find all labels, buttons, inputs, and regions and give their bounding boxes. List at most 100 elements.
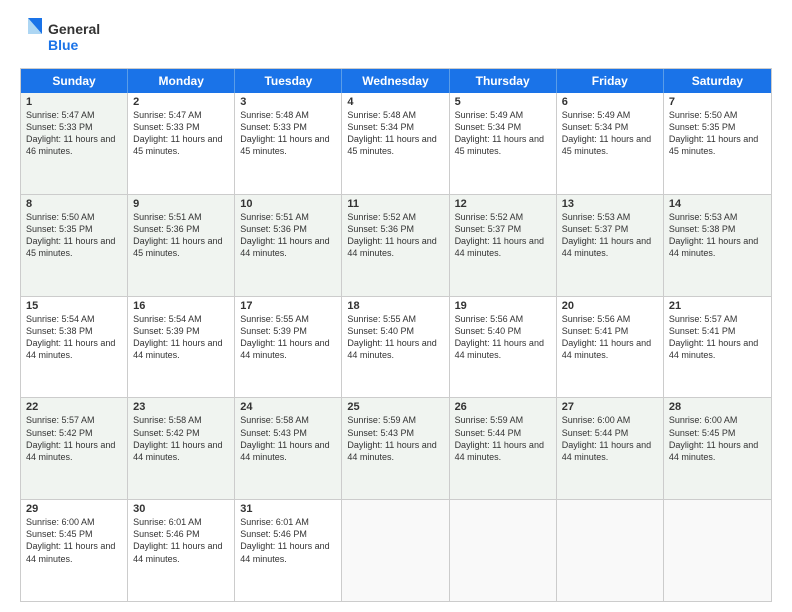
calendar-row: 22Sunrise: 5:57 AMSunset: 5:42 PMDayligh…: [21, 398, 771, 500]
day-number: 26: [455, 401, 551, 413]
cell-info: Sunrise: 5:52 AMSunset: 5:36 PMDaylight:…: [347, 211, 443, 260]
cell-info: Sunrise: 5:58 AMSunset: 5:43 PMDaylight:…: [240, 414, 336, 463]
day-number: 1: [26, 96, 122, 108]
calendar-cell: 5Sunrise: 5:49 AMSunset: 5:34 PMDaylight…: [450, 93, 557, 194]
day-number: 19: [455, 300, 551, 312]
day-number: 11: [347, 198, 443, 210]
calendar-cell: 6Sunrise: 5:49 AMSunset: 5:34 PMDaylight…: [557, 93, 664, 194]
calendar-cell: 22Sunrise: 5:57 AMSunset: 5:42 PMDayligh…: [21, 398, 128, 499]
calendar-cell: 9Sunrise: 5:51 AMSunset: 5:36 PMDaylight…: [128, 195, 235, 296]
day-number: 7: [669, 96, 766, 108]
cell-info: Sunrise: 5:52 AMSunset: 5:37 PMDaylight:…: [455, 211, 551, 260]
cell-info: Sunrise: 5:56 AMSunset: 5:40 PMDaylight:…: [455, 313, 551, 362]
calendar-cell: 17Sunrise: 5:55 AMSunset: 5:39 PMDayligh…: [235, 297, 342, 398]
calendar-cell: 4Sunrise: 5:48 AMSunset: 5:34 PMDaylight…: [342, 93, 449, 194]
day-number: 6: [562, 96, 658, 108]
calendar-body: 1Sunrise: 5:47 AMSunset: 5:33 PMDaylight…: [21, 93, 771, 601]
day-number: 30: [133, 503, 229, 515]
day-number: 16: [133, 300, 229, 312]
cell-info: Sunrise: 5:48 AMSunset: 5:33 PMDaylight:…: [240, 109, 336, 158]
header-day-wednesday: Wednesday: [342, 69, 449, 93]
page: General Blue SundayMondayTuesdayWednesda…: [0, 0, 792, 612]
calendar-cell: 7Sunrise: 5:50 AMSunset: 5:35 PMDaylight…: [664, 93, 771, 194]
header-day-monday: Monday: [128, 69, 235, 93]
calendar-cell: [450, 500, 557, 601]
cell-info: Sunrise: 5:53 AMSunset: 5:38 PMDaylight:…: [669, 211, 766, 260]
cell-info: Sunrise: 6:00 AMSunset: 5:44 PMDaylight:…: [562, 414, 658, 463]
calendar-cell: [664, 500, 771, 601]
calendar-cell: 14Sunrise: 5:53 AMSunset: 5:38 PMDayligh…: [664, 195, 771, 296]
day-number: 15: [26, 300, 122, 312]
cell-info: Sunrise: 5:59 AMSunset: 5:44 PMDaylight:…: [455, 414, 551, 463]
day-number: 28: [669, 401, 766, 413]
day-number: 23: [133, 401, 229, 413]
cell-info: Sunrise: 5:51 AMSunset: 5:36 PMDaylight:…: [133, 211, 229, 260]
calendar-cell: 19Sunrise: 5:56 AMSunset: 5:40 PMDayligh…: [450, 297, 557, 398]
cell-info: Sunrise: 5:53 AMSunset: 5:37 PMDaylight:…: [562, 211, 658, 260]
calendar-cell: 3Sunrise: 5:48 AMSunset: 5:33 PMDaylight…: [235, 93, 342, 194]
day-number: 5: [455, 96, 551, 108]
calendar-cell: 24Sunrise: 5:58 AMSunset: 5:43 PMDayligh…: [235, 398, 342, 499]
calendar-cell: 26Sunrise: 5:59 AMSunset: 5:44 PMDayligh…: [450, 398, 557, 499]
day-number: 27: [562, 401, 658, 413]
calendar-cell: 15Sunrise: 5:54 AMSunset: 5:38 PMDayligh…: [21, 297, 128, 398]
calendar-row: 29Sunrise: 6:00 AMSunset: 5:45 PMDayligh…: [21, 500, 771, 601]
svg-text:General: General: [48, 21, 100, 37]
cell-info: Sunrise: 5:47 AMSunset: 5:33 PMDaylight:…: [26, 109, 122, 158]
day-number: 20: [562, 300, 658, 312]
cell-info: Sunrise: 5:50 AMSunset: 5:35 PMDaylight:…: [669, 109, 766, 158]
calendar-cell: [557, 500, 664, 601]
header-day-friday: Friday: [557, 69, 664, 93]
cell-info: Sunrise: 5:55 AMSunset: 5:40 PMDaylight:…: [347, 313, 443, 362]
calendar-cell: 13Sunrise: 5:53 AMSunset: 5:37 PMDayligh…: [557, 195, 664, 296]
calendar-cell: 16Sunrise: 5:54 AMSunset: 5:39 PMDayligh…: [128, 297, 235, 398]
calendar-cell: 31Sunrise: 6:01 AMSunset: 5:46 PMDayligh…: [235, 500, 342, 601]
day-number: 13: [562, 198, 658, 210]
cell-info: Sunrise: 5:56 AMSunset: 5:41 PMDaylight:…: [562, 313, 658, 362]
cell-info: Sunrise: 5:54 AMSunset: 5:39 PMDaylight:…: [133, 313, 229, 362]
calendar-header: SundayMondayTuesdayWednesdayThursdayFrid…: [21, 69, 771, 93]
calendar-cell: 30Sunrise: 6:01 AMSunset: 5:46 PMDayligh…: [128, 500, 235, 601]
calendar-cell: 18Sunrise: 5:55 AMSunset: 5:40 PMDayligh…: [342, 297, 449, 398]
calendar-cell: 27Sunrise: 6:00 AMSunset: 5:44 PMDayligh…: [557, 398, 664, 499]
calendar-cell: 28Sunrise: 6:00 AMSunset: 5:45 PMDayligh…: [664, 398, 771, 499]
cell-info: Sunrise: 5:50 AMSunset: 5:35 PMDaylight:…: [26, 211, 122, 260]
cell-info: Sunrise: 5:57 AMSunset: 5:42 PMDaylight:…: [26, 414, 122, 463]
day-number: 22: [26, 401, 122, 413]
calendar-row: 8Sunrise: 5:50 AMSunset: 5:35 PMDaylight…: [21, 195, 771, 297]
calendar-cell: 21Sunrise: 5:57 AMSunset: 5:41 PMDayligh…: [664, 297, 771, 398]
day-number: 17: [240, 300, 336, 312]
day-number: 10: [240, 198, 336, 210]
logo: General Blue: [20, 16, 110, 58]
header-day-tuesday: Tuesday: [235, 69, 342, 93]
calendar-row: 1Sunrise: 5:47 AMSunset: 5:33 PMDaylight…: [21, 93, 771, 195]
cell-info: Sunrise: 6:01 AMSunset: 5:46 PMDaylight:…: [133, 516, 229, 565]
calendar-cell: 12Sunrise: 5:52 AMSunset: 5:37 PMDayligh…: [450, 195, 557, 296]
cell-info: Sunrise: 5:58 AMSunset: 5:42 PMDaylight:…: [133, 414, 229, 463]
day-number: 2: [133, 96, 229, 108]
calendar-row: 15Sunrise: 5:54 AMSunset: 5:38 PMDayligh…: [21, 297, 771, 399]
day-number: 3: [240, 96, 336, 108]
calendar-cell: 1Sunrise: 5:47 AMSunset: 5:33 PMDaylight…: [21, 93, 128, 194]
cell-info: Sunrise: 5:47 AMSunset: 5:33 PMDaylight:…: [133, 109, 229, 158]
day-number: 8: [26, 198, 122, 210]
calendar-cell: 20Sunrise: 5:56 AMSunset: 5:41 PMDayligh…: [557, 297, 664, 398]
cell-info: Sunrise: 6:00 AMSunset: 5:45 PMDaylight:…: [26, 516, 122, 565]
cell-info: Sunrise: 5:54 AMSunset: 5:38 PMDaylight:…: [26, 313, 122, 362]
header-day-thursday: Thursday: [450, 69, 557, 93]
svg-text:Blue: Blue: [48, 37, 79, 53]
cell-info: Sunrise: 5:59 AMSunset: 5:43 PMDaylight:…: [347, 414, 443, 463]
cell-info: Sunrise: 5:49 AMSunset: 5:34 PMDaylight:…: [562, 109, 658, 158]
header: General Blue: [20, 16, 772, 58]
calendar-cell: 10Sunrise: 5:51 AMSunset: 5:36 PMDayligh…: [235, 195, 342, 296]
calendar-cell: 29Sunrise: 6:00 AMSunset: 5:45 PMDayligh…: [21, 500, 128, 601]
calendar-cell: 25Sunrise: 5:59 AMSunset: 5:43 PMDayligh…: [342, 398, 449, 499]
cell-info: Sunrise: 5:51 AMSunset: 5:36 PMDaylight:…: [240, 211, 336, 260]
calendar-cell: 23Sunrise: 5:58 AMSunset: 5:42 PMDayligh…: [128, 398, 235, 499]
cell-info: Sunrise: 5:48 AMSunset: 5:34 PMDaylight:…: [347, 109, 443, 158]
header-day-saturday: Saturday: [664, 69, 771, 93]
cell-info: Sunrise: 6:00 AMSunset: 5:45 PMDaylight:…: [669, 414, 766, 463]
cell-info: Sunrise: 6:01 AMSunset: 5:46 PMDaylight:…: [240, 516, 336, 565]
calendar-cell: [342, 500, 449, 601]
day-number: 18: [347, 300, 443, 312]
